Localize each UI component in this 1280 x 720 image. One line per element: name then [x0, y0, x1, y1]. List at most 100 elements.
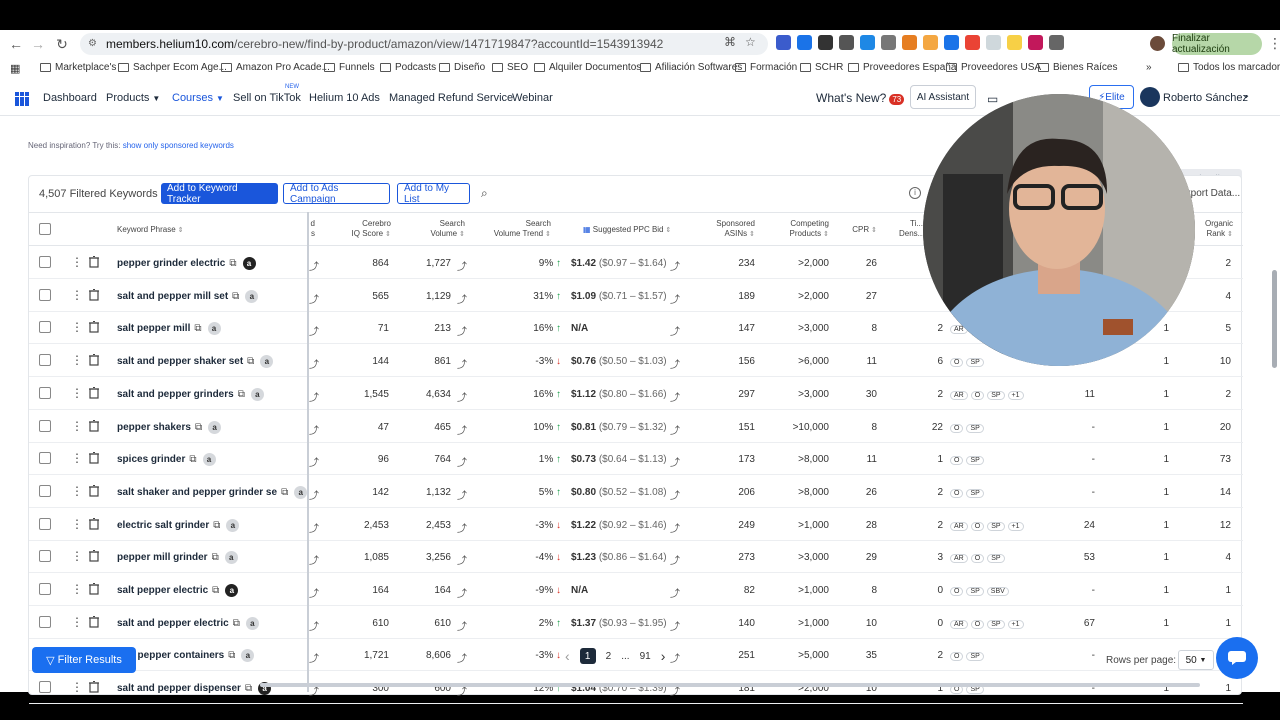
- match-type-badge[interactable]: SP: [966, 652, 984, 662]
- chevron-down-icon[interactable]: ⌄: [1242, 90, 1250, 101]
- amazon-icon[interactable]: a: [242, 257, 256, 270]
- add-to-ads-campaign-button[interactable]: Add to Ads Campaign: [283, 183, 390, 205]
- vertical-scrollbar[interactable]: [1272, 270, 1277, 368]
- external-link-icon[interactable]: ⧉: [238, 389, 245, 400]
- keyword-phrase[interactable]: salt pepper electric ⧉ a: [117, 584, 239, 597]
- external-link-icon[interactable]: ⧉: [195, 422, 202, 433]
- amazon-icon[interactable]: a: [294, 485, 308, 499]
- extension-icon[interactable]: [1007, 35, 1022, 50]
- bookmark-folder[interactable]: Amazon Pro Acade...: [221, 62, 330, 73]
- extension-icon[interactable]: [902, 35, 917, 50]
- trend-chart-icon[interactable]: ⤴: [670, 618, 680, 633]
- url-field[interactable]: ⚙ members.helium10.com/cerebro-new/find-…: [80, 33, 768, 55]
- trend-chart-icon[interactable]: ⤴: [309, 487, 319, 502]
- match-type-badge[interactable]: AR: [950, 619, 968, 629]
- match-type-badge[interactable]: AR: [950, 521, 968, 531]
- row-checkbox[interactable]: [39, 256, 51, 268]
- profile-avatar[interactable]: [1150, 36, 1165, 51]
- trash-icon[interactable]: [89, 517, 99, 530]
- trend-chart-icon[interactable]: ⤴: [457, 422, 467, 437]
- col-title-density[interactable]: Ti... Dens...: [899, 219, 923, 239]
- page-last[interactable]: 91: [640, 651, 651, 662]
- site-info-icon[interactable]: ⚙: [88, 38, 100, 50]
- trash-icon[interactable]: [89, 419, 99, 432]
- ai-assistant-button[interactable]: AI Assistant: [910, 85, 976, 109]
- chevron-left-icon[interactable]: ‹: [565, 648, 570, 664]
- add-to-keyword-tracker-button[interactable]: Add to Keyword Tracker: [161, 183, 278, 205]
- extension-icon[interactable]: [818, 35, 833, 50]
- keyword-phrase[interactable]: salt and pepper electric ⧉ a: [117, 616, 259, 630]
- trend-chart-icon[interactable]: ⤴: [670, 323, 680, 338]
- match-type-badge[interactable]: O: [970, 521, 985, 531]
- more-vert-icon[interactable]: ⋮: [71, 288, 83, 302]
- col-truncated[interactable]: ds: [309, 219, 315, 239]
- row-checkbox[interactable]: [39, 452, 51, 465]
- trend-chart-icon[interactable]: ⤴: [457, 487, 467, 502]
- trash-icon[interactable]: [89, 615, 99, 628]
- row-checkbox[interactable]: [39, 615, 51, 628]
- bookmark-folder[interactable]: Marketplace's: [40, 62, 116, 73]
- user-avatar[interactable]: [1140, 87, 1160, 107]
- external-link-icon[interactable]: ⧉: [189, 454, 196, 465]
- helium10-logo-icon[interactable]: [15, 92, 29, 106]
- match-type-badge[interactable]: +1: [1007, 521, 1024, 531]
- row-checkbox[interactable]: [39, 419, 51, 432]
- nav-courses[interactable]: Courses ▼: [172, 92, 224, 104]
- amazon-icon[interactable]: a: [226, 518, 240, 532]
- trend-chart-icon[interactable]: ⤴: [309, 389, 319, 404]
- select-all-checkbox[interactable]: [39, 223, 51, 235]
- row-checkbox[interactable]: [39, 386, 51, 399]
- external-link-icon[interactable]: ⧉: [212, 585, 219, 596]
- match-type-badge[interactable]: SP: [966, 587, 984, 596]
- match-type-badge[interactable]: AR: [950, 554, 968, 564]
- keyword-phrase[interactable]: and pepper containers ⧉ a: [117, 649, 255, 663]
- trash-icon[interactable]: [89, 256, 99, 268]
- keyword-phrase[interactable]: pepper mill grinder ⧉ a: [117, 551, 238, 565]
- match-type-badge[interactable]: O: [950, 358, 964, 368]
- amazon-icon[interactable]: a: [245, 616, 259, 630]
- trend-chart-icon[interactable]: ⤴: [457, 323, 467, 338]
- nav-products[interactable]: Products ▼: [106, 92, 160, 104]
- more-vert-icon[interactable]: ⋮: [71, 582, 83, 596]
- trend-chart-icon[interactable]: ⤴: [457, 650, 467, 665]
- nav-dashboard[interactable]: Dashboard: [43, 92, 97, 104]
- keyword-phrase[interactable]: salt and pepper dispenser ⧉ a: [117, 682, 272, 696]
- table-row[interactable]: ⋮ salt and pepper electric ⧉ a ⤴ 610 610 ⤴ 2% ↑ $…: [29, 606, 1243, 639]
- update-button[interactable]: Finalizar actualización: [1172, 33, 1262, 55]
- trend-chart-icon[interactable]: ⤴: [670, 487, 680, 502]
- trend-chart-icon[interactable]: ⤴: [457, 258, 467, 273]
- trend-chart-icon[interactable]: ⤴: [309, 258, 319, 273]
- row-checkbox[interactable]: [39, 550, 51, 563]
- col-competing-products[interactable]: Competing Products ⇕: [765, 219, 829, 240]
- table-row[interactable]: ⋮ spices grinder ⧉ a ⤴ 96 764 ⤴ 1% ↑ $0.73 ($0.64…: [29, 442, 1243, 476]
- trend-chart-icon[interactable]: ⤴: [309, 585, 319, 600]
- bookmark-folder[interactable]: Formación: [735, 62, 797, 73]
- trend-chart-icon[interactable]: ⤴: [670, 258, 680, 273]
- external-link-icon[interactable]: ⧉: [232, 291, 239, 302]
- table-row[interactable]: ⋮ electric salt grinder ⧉ a ⤴ 2,453 2,453 ⤴ -3% …: [29, 508, 1243, 541]
- bookmark-folder[interactable]: Proveedores USA: [946, 62, 1041, 73]
- external-link-icon[interactable]: ⧉: [233, 618, 240, 629]
- amazon-icon[interactable]: a: [224, 551, 238, 565]
- amazon-icon[interactable]: a: [241, 649, 255, 663]
- trend-chart-icon[interactable]: ⤴: [309, 618, 319, 633]
- bookmark-folder[interactable]: SCHR: [800, 62, 843, 73]
- more-vert-icon[interactable]: ⋮: [71, 255, 83, 269]
- match-type-badge[interactable]: O: [950, 456, 964, 466]
- trend-chart-icon[interactable]: ⤴: [670, 552, 680, 567]
- col-cpr[interactable]: CPR ⇕: [847, 225, 877, 236]
- extension-icon[interactable]: [1028, 35, 1043, 50]
- more-vert-icon[interactable]: ⋮: [71, 451, 83, 465]
- more-vert-icon[interactable]: ⋮: [71, 615, 83, 629]
- amazon-icon[interactable]: a: [250, 387, 264, 401]
- trend-chart-icon[interactable]: ⤴: [670, 520, 680, 535]
- match-type-badge[interactable]: SBV: [986, 587, 1009, 596]
- row-checkbox[interactable]: [39, 288, 51, 301]
- extension-icon[interactable]: [797, 35, 812, 50]
- nav-helium-ads[interactable]: Helium 10 Ads: [309, 92, 380, 104]
- page-1[interactable]: 1: [579, 648, 596, 664]
- more-vert-icon[interactable]: ⋮: [71, 386, 83, 400]
- more-vert-icon[interactable]: ⋮: [71, 549, 83, 563]
- back-arrow-icon[interactable]: ←: [4, 32, 28, 56]
- bookmark-folder[interactable]: Sachper Ecom Age...: [118, 62, 227, 73]
